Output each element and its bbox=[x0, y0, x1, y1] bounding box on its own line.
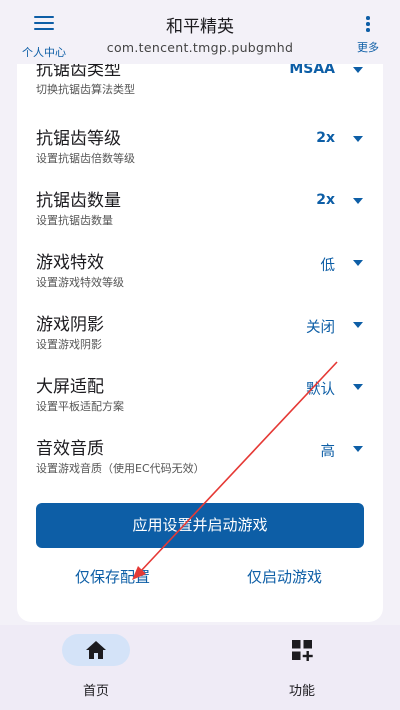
bottom-navigation: 首页 功能 bbox=[0, 625, 400, 710]
setting-title: 音效音质 bbox=[36, 439, 104, 459]
nav-functions-label: 功能 bbox=[288, 684, 315, 699]
caret-down-icon[interactable] bbox=[353, 260, 363, 266]
setting-row-tablet-adapt[interactable]: 大屏适配 设置平板适配方案 默认 bbox=[17, 372, 383, 428]
setting-row-effects[interactable]: 游戏特效 设置游戏特效等级 低 bbox=[17, 248, 383, 304]
setting-title: 游戏阴影 bbox=[36, 315, 104, 335]
setting-title: 游戏特效 bbox=[36, 253, 104, 273]
setting-value[interactable]: 关闭 bbox=[306, 316, 335, 337]
setting-row-aa-type[interactable]: 抗锯齿类型 切换抗锯齿算法类型 MSAA bbox=[17, 64, 383, 111]
setting-value[interactable]: MSAA bbox=[289, 64, 335, 77]
nav-home-label: 首页 bbox=[82, 684, 109, 699]
caret-down-icon[interactable] bbox=[353, 136, 363, 142]
setting-title: 抗锯齿类型 bbox=[36, 64, 121, 80]
apply-and-launch-button[interactable]: 应用设置并启动游戏 bbox=[36, 503, 364, 548]
more-label: 更多 bbox=[357, 41, 379, 54]
caret-down-icon[interactable] bbox=[353, 198, 363, 204]
package-name: com.tencent.tmgp.pubgmhd bbox=[106, 40, 294, 55]
setting-row-aa-count[interactable]: 抗锯齿数量 设置抗锯齿数量 2x bbox=[17, 186, 383, 242]
caret-down-icon[interactable] bbox=[353, 446, 363, 452]
setting-description: 切换抗锯齿算法类型 bbox=[36, 83, 135, 96]
setting-title: 抗锯齿数量 bbox=[36, 191, 121, 211]
setting-description: 设置游戏阴影 bbox=[36, 338, 102, 351]
caret-down-icon[interactable] bbox=[353, 67, 363, 73]
setting-value[interactable]: 2x bbox=[316, 130, 335, 146]
more-button[interactable]: 更多 bbox=[352, 14, 384, 58]
more-vertical-icon bbox=[366, 16, 370, 32]
setting-description: 设置抗锯齿倍数等级 bbox=[36, 152, 135, 165]
setting-title: 大屏适配 bbox=[36, 377, 104, 397]
caret-down-icon[interactable] bbox=[353, 322, 363, 328]
setting-value[interactable]: 2x bbox=[316, 192, 335, 208]
settings-card: 抗锯齿类型 切换抗锯齿算法类型 MSAA 抗锯齿等级 设置抗锯齿倍数等级 2x … bbox=[17, 64, 383, 622]
nav-functions[interactable]: 功能 bbox=[247, 634, 357, 699]
nav-home-indicator bbox=[62, 634, 130, 666]
widgets-add-icon bbox=[292, 640, 313, 661]
nav-home[interactable]: 首页 bbox=[41, 634, 151, 699]
caret-down-icon[interactable] bbox=[353, 384, 363, 390]
setting-description: 设置抗锯齿数量 bbox=[36, 214, 113, 227]
setting-title: 抗锯齿等级 bbox=[36, 129, 121, 149]
top-app-bar: 个人中心 和平精英 com.tencent.tmgp.pubgmhd 更多 bbox=[0, 0, 400, 64]
app-title: 和平精英 bbox=[166, 17, 234, 37]
setting-value[interactable]: 高 bbox=[321, 440, 336, 461]
launch-game-button[interactable]: 仅启动游戏 bbox=[247, 566, 322, 587]
home-icon bbox=[86, 641, 106, 659]
setting-value[interactable]: 默认 bbox=[306, 378, 335, 399]
setting-row-audio-quality[interactable]: 音效音质 设置游戏音质（使用EC代码无效） 高 bbox=[17, 434, 383, 490]
setting-row-aa-level[interactable]: 抗锯齿等级 设置抗锯齿倍数等级 2x bbox=[17, 124, 383, 180]
setting-value[interactable]: 低 bbox=[321, 254, 336, 275]
setting-row-shadows[interactable]: 游戏阴影 设置游戏阴影 关闭 bbox=[17, 310, 383, 366]
setting-description: 设置平板适配方案 bbox=[36, 400, 124, 413]
save-config-button[interactable]: 仅保存配置 bbox=[75, 566, 150, 587]
setting-description: 设置游戏特效等级 bbox=[36, 276, 124, 289]
setting-description: 设置游戏音质（使用EC代码无效） bbox=[36, 462, 205, 475]
